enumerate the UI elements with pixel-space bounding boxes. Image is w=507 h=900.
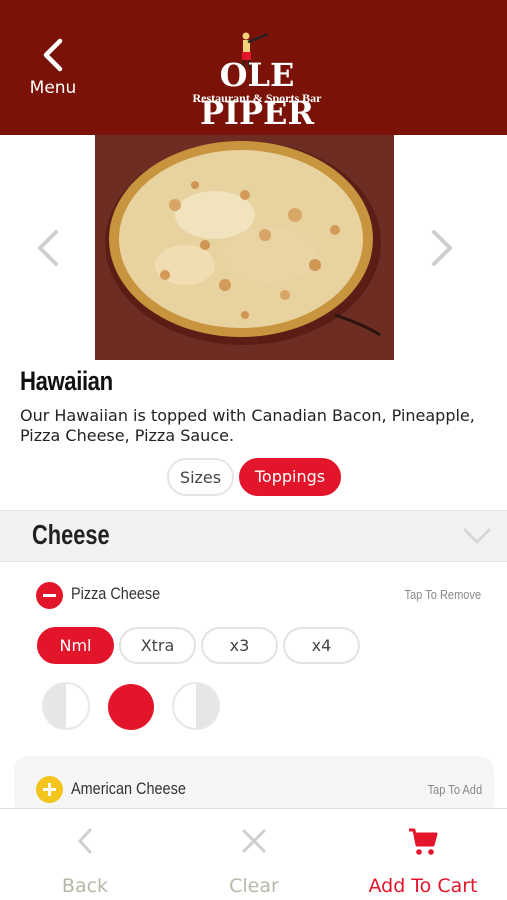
amount-nml-button[interactable]: Nml [37, 627, 114, 664]
bottom-action-bar: Back Clear Add To Cart [0, 808, 507, 900]
tab-sizes[interactable]: Sizes [167, 458, 234, 496]
topping-name: Pizza Cheese [71, 584, 161, 603]
amount-x4-button[interactable]: x4 [283, 627, 360, 664]
logo-subtitle: Restaurant & Sports Bar [192, 91, 322, 105]
pizza-photo [95, 135, 394, 360]
chevron-left-icon [78, 828, 92, 854]
close-icon [242, 829, 266, 853]
topping-row-pizza-cheese[interactable]: Pizza Cheese Tap To Remove [0, 574, 507, 614]
topping-name: American Cheese [71, 779, 186, 798]
clear-label: Clear [229, 875, 279, 897]
category-title: Cheese [32, 519, 110, 550]
chevron-down-icon[interactable] [462, 527, 492, 545]
add-to-cart-button[interactable]: Add To Cart [350, 809, 496, 900]
chevron-left-icon [43, 38, 63, 72]
back-button[interactable]: Back [20, 809, 150, 900]
previous-item-arrow-icon[interactable] [34, 228, 62, 268]
amount-x3-button[interactable]: x3 [201, 627, 278, 664]
left-half-placement-icon[interactable] [42, 682, 90, 730]
add-to-cart-label: Add To Cart [368, 875, 478, 897]
topping-row-american-cheese[interactable]: American Cheese Tap To Add [14, 756, 494, 816]
item-title: Hawaiian [20, 366, 113, 396]
remove-topping-icon[interactable] [36, 582, 63, 609]
whole-placement-icon[interactable] [108, 684, 154, 730]
back-label: Back [61, 875, 109, 897]
back-to-menu-button[interactable]: Menu [22, 38, 84, 108]
tap-to-remove-hint: Tap To Remove [404, 587, 481, 602]
next-item-arrow-icon[interactable] [428, 228, 456, 268]
right-half-placement-icon[interactable] [172, 682, 220, 730]
clear-button[interactable]: Clear [189, 809, 319, 900]
cart-icon [409, 828, 438, 855]
restaurant-logo: OLE PIPER Restaurant & Sports Bar [172, 30, 342, 132]
add-topping-icon[interactable] [36, 776, 63, 803]
tap-to-add-hint: Tap To Add [427, 782, 482, 797]
tab-toppings[interactable]: Toppings [239, 458, 341, 496]
amount-xtra-button[interactable]: Xtra [119, 627, 196, 664]
app-header: Menu OLE PIPER Restaurant & Sports Bar [0, 0, 507, 135]
category-header-cheese[interactable]: Cheese [0, 510, 507, 562]
back-to-menu-label: Menu [29, 78, 77, 98]
item-description: Our Hawaiian is topped with Canadian Bac… [20, 406, 475, 445]
